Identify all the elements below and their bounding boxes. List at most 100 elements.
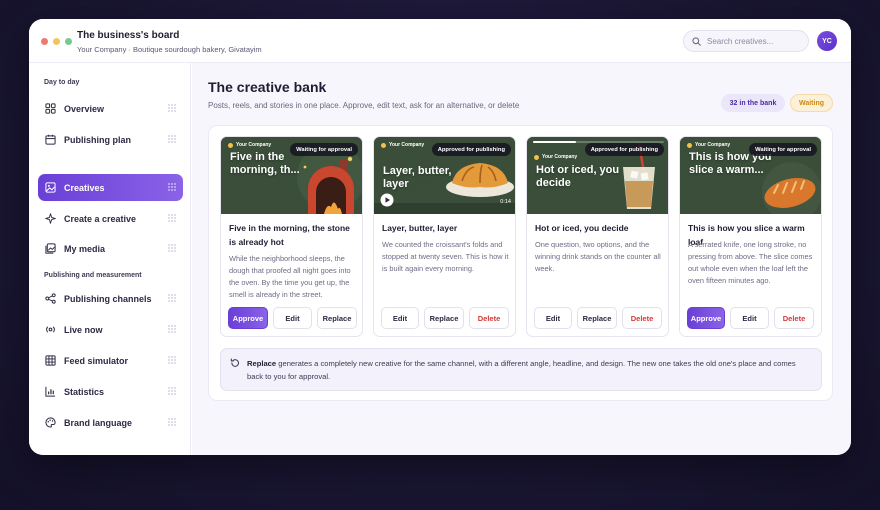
creative-card[interactable]: Your Company This is how you slice a war… <box>679 136 822 337</box>
search-icon <box>692 36 701 46</box>
card-body: One question, two options, and the winni… <box>535 240 661 273</box>
thumbnail-headline: Hot or iced, you decide <box>536 164 620 189</box>
sidebar-item-label: Live now <box>64 324 103 335</box>
thumbnail-headline: Layer, butter, layer <box>383 165 452 190</box>
page-description: Posts, reels, and stories in one place. … <box>208 101 520 110</box>
edit-button[interactable]: Edit <box>534 307 572 329</box>
sidebar-item-label: Brand language <box>64 417 133 428</box>
minimize-dot[interactable] <box>53 38 60 45</box>
delete-button[interactable]: Delete <box>774 307 814 329</box>
drag-handle-icon[interactable] <box>167 417 177 427</box>
sidebar-item-feed-simulator[interactable]: Feed simulator <box>38 347 183 374</box>
status-badge: Approved for publishing <box>431 143 511 156</box>
approve-button[interactable]: Approve <box>687 307 725 329</box>
creative-card[interactable]: Your Company Five in the morning, th... … <box>220 136 363 337</box>
app-title: The business's board <box>77 30 180 41</box>
sidebar: Day to day Overview Publishing plan Crea… <box>29 63 191 455</box>
app-window: The business's board Your Company · Bout… <box>29 19 851 455</box>
replace-info-note: Replace generates a completely new creat… <box>220 348 822 391</box>
sidebar-item-create-a-creative[interactable]: Create a creative <box>38 205 183 232</box>
status-badge: Waiting for approval <box>749 143 817 156</box>
window-controls <box>41 38 72 45</box>
page-title: The creative bank <box>208 79 327 95</box>
creative-bank-panel: Your Company Five in the morning, th... … <box>208 125 833 401</box>
delete-button[interactable]: Delete <box>622 307 662 329</box>
drag-handle-icon[interactable] <box>167 386 177 396</box>
sidebar-item-label: Publishing channels <box>64 293 152 304</box>
status-badge: Waiting for approval <box>290 143 358 156</box>
refresh-icon <box>230 358 240 367</box>
creative-card[interactable]: Your Company Hot or iced, you decide App… <box>526 136 669 337</box>
sidebar-item-publishing-channels[interactable]: Publishing channels <box>38 285 183 312</box>
share-icon <box>45 293 56 304</box>
drag-handle-icon[interactable] <box>167 103 177 113</box>
broadcast-icon <box>46 326 55 333</box>
edit-button[interactable]: Edit <box>381 307 419 329</box>
sidebar-item-label: Feed simulator <box>64 355 129 366</box>
creative-thumbnail[interactable]: Your Company Five in the morning, th... … <box>221 137 362 214</box>
search-box[interactable] <box>683 30 809 52</box>
palette-icon <box>45 417 56 428</box>
card-title: Hot or iced, you decide <box>535 223 629 233</box>
card-actions: Edit Replace Delete <box>381 307 509 329</box>
card-body: While the neighborhood sleeps, the dough… <box>229 254 351 299</box>
sidebar-item-live-now[interactable]: Live now <box>38 316 183 343</box>
creative-thumbnail[interactable]: Your Company This is how you slice a war… <box>680 137 821 214</box>
replace-button[interactable]: Replace <box>317 307 357 329</box>
creative-card[interactable]: Your Company Layer, butter, layer Approv… <box>373 136 516 337</box>
sidebar-item-creatives[interactable]: Creatives <box>38 174 183 201</box>
brand-tag: Your Company <box>687 142 730 148</box>
sidebar-item-brand-language[interactable]: Brand language <box>38 409 183 436</box>
drag-handle-icon[interactable] <box>167 182 177 192</box>
sidebar-item-statistics[interactable]: Statistics <box>38 378 183 405</box>
brand-tag: Your Company <box>228 142 271 148</box>
brand-tag: Your Company <box>381 142 424 148</box>
drag-handle-icon[interactable] <box>167 213 177 223</box>
delete-button[interactable]: Delete <box>469 307 509 329</box>
main-content: The creative bank Posts, reels, and stor… <box>192 63 851 455</box>
card-actions: Approve Edit Delete <box>687 307 814 329</box>
status-badge: Approved for publishing <box>584 143 664 156</box>
card-body: A serrated knife, one long stroke, no pr… <box>688 240 813 285</box>
sidebar-item-label: Creatives <box>64 182 105 193</box>
drag-handle-icon[interactable] <box>167 243 177 253</box>
drag-handle-icon[interactable] <box>167 134 177 144</box>
title-bar: The business's board Your Company · Bout… <box>29 19 851 63</box>
sidebar-section-label: Day to day <box>44 79 80 86</box>
waiting-filter-badge[interactable]: Waiting <box>790 94 833 112</box>
card-actions: Approve Edit Replace <box>228 307 357 329</box>
drag-handle-icon[interactable] <box>167 293 177 303</box>
sidebar-item-label: Statistics <box>64 386 105 397</box>
video-duration: 0:14 <box>500 199 511 205</box>
note-text: Replace generates a completely new creat… <box>247 359 796 381</box>
sidebar-section-label: Publishing and measurement <box>44 272 142 279</box>
sidebar-item-publishing-plan[interactable]: Publishing plan <box>38 126 183 153</box>
replace-button[interactable]: Replace <box>424 307 464 329</box>
calendar-icon <box>45 134 56 145</box>
search-input[interactable] <box>707 36 799 46</box>
close-dot[interactable] <box>41 38 48 45</box>
sidebar-item-label: Create a creative <box>64 213 137 224</box>
play-icon[interactable] <box>380 193 394 207</box>
edit-button[interactable]: Edit <box>273 307 312 329</box>
sidebar-item-label: Overview <box>64 103 105 114</box>
layout-grid-icon <box>45 355 56 366</box>
approve-button[interactable]: Approve <box>228 307 268 329</box>
story-progress-fill <box>533 141 577 143</box>
sidebar-item-my-media[interactable]: My media <box>38 235 183 262</box>
sidebar-item-overview[interactable]: Overview <box>38 95 183 122</box>
user-avatar[interactable]: YC <box>817 31 837 51</box>
creative-thumbnail[interactable]: Your Company Hot or iced, you decide App… <box>527 137 668 214</box>
grid-icon <box>45 103 56 114</box>
card-body: We counted the croissant's folds and sto… <box>382 240 509 273</box>
sparkle-icon <box>45 213 56 224</box>
card-title: Layer, butter, layer <box>382 223 458 233</box>
card-actions: Edit Replace Delete <box>534 307 662 329</box>
replace-button[interactable]: Replace <box>577 307 617 329</box>
creative-thumbnail[interactable]: Your Company Layer, butter, layer Approv… <box>374 137 515 214</box>
drag-handle-icon[interactable] <box>167 324 177 334</box>
edit-button[interactable]: Edit <box>730 307 769 329</box>
drag-handle-icon[interactable] <box>167 355 177 365</box>
maximize-dot[interactable] <box>65 38 72 45</box>
sidebar-item-label: My media <box>64 243 106 254</box>
